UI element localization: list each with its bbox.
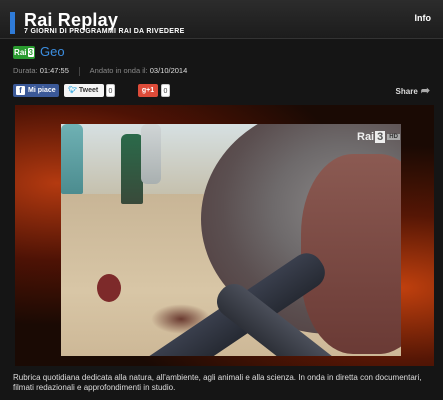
video-player[interactable]: Rai 3 HD: [15, 105, 434, 366]
video-fish-bill-tip: [97, 274, 121, 302]
aired-value: 03/10/2014: [149, 66, 188, 75]
duration-label: Durata:: [13, 66, 38, 75]
share-button[interactable]: Share ➦: [396, 84, 430, 97]
aired-label: Andato in onda il:: [89, 66, 148, 75]
tweet-label: Tweet: [78, 87, 99, 94]
program-title[interactable]: Geo: [40, 44, 65, 59]
video-frame[interactable]: Rai 3 HD: [61, 124, 401, 356]
tweet-count: 0: [106, 84, 115, 97]
header-accent-bar: [10, 12, 15, 34]
tweet-button[interactable]: 🐦︎ Tweet: [64, 84, 104, 97]
rai3-channel-logo: Rai 3: [13, 46, 35, 59]
rai3-hd-watermark: Rai 3 HD: [357, 131, 400, 143]
share-label: Share: [395, 87, 418, 96]
watermark-number: 3: [375, 131, 386, 143]
program-description: Rubrica quotidiana dedicata alla natura,…: [13, 373, 422, 392]
facebook-icon: f: [16, 86, 25, 95]
facebook-like-label: Mi piace: [28, 87, 56, 94]
twitter-bird-icon: 🐦︎: [68, 87, 77, 94]
video-fish-flesh: [301, 154, 401, 354]
page-header: Rai Replay 7 GIORNI DI PROGRAMMI RAI DA …: [0, 0, 443, 39]
program-meta: Durata: 01:47:55 Andato in onda il: 03/1…: [13, 66, 187, 76]
video-person: [141, 124, 161, 184]
channel-logo-number: 3: [27, 48, 34, 57]
info-link[interactable]: Info: [415, 13, 432, 23]
duration-value: 01:47:55: [39, 66, 69, 75]
site-subtitle: 7 GIORNI DI PROGRAMMI RAI DA RIVEDERE: [24, 28, 185, 35]
watermark-hd: HD: [387, 134, 400, 141]
gplus-button[interactable]: g+1: [138, 84, 158, 97]
share-arrow-icon: ➦: [420, 85, 430, 97]
video-person: [121, 134, 143, 204]
video-person: [61, 124, 83, 194]
watermark-text: Rai: [357, 131, 375, 143]
meta-divider: [79, 66, 80, 76]
channel-logo-text: Rai: [14, 48, 27, 57]
facebook-like-button[interactable]: f Mi piace: [13, 84, 59, 97]
gplus-count: 0: [161, 84, 170, 97]
